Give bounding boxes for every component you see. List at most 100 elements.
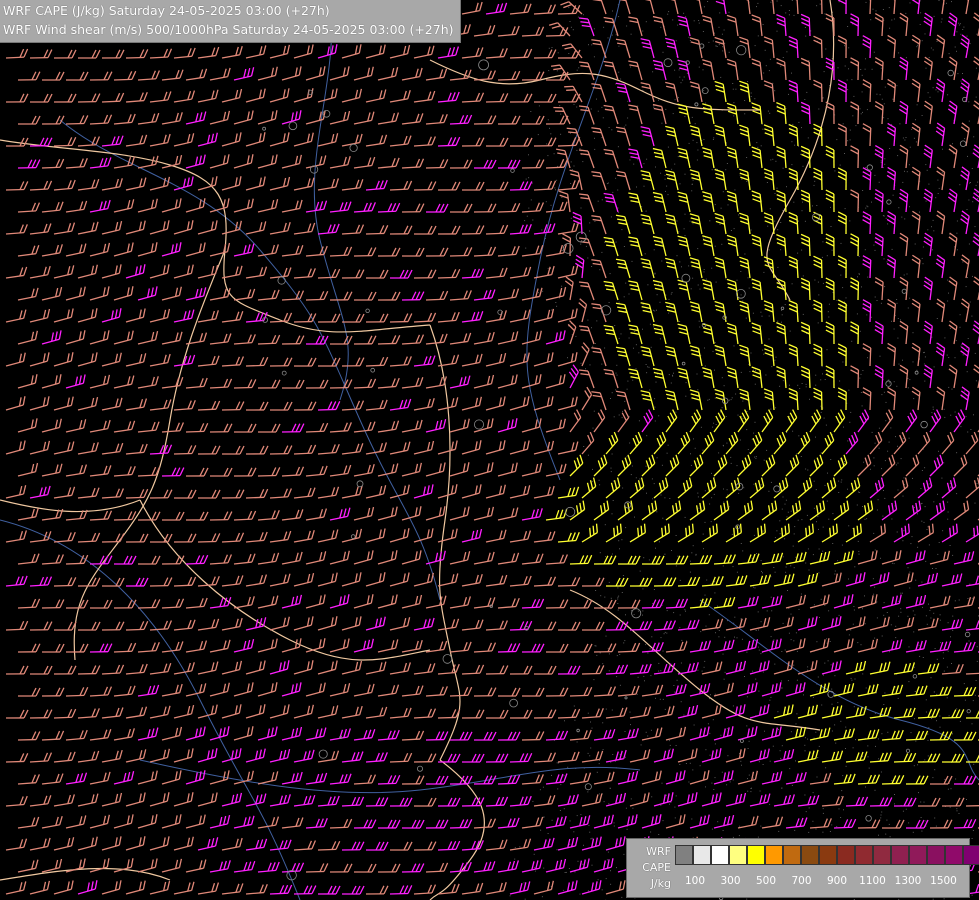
wind-barb	[869, 752, 892, 763]
wind-barb	[125, 749, 147, 763]
wind-barb	[751, 102, 763, 125]
wind-barb	[389, 90, 411, 103]
wind-barb	[497, 159, 521, 169]
wind-barb	[509, 753, 533, 763]
wind-barb	[329, 818, 353, 829]
wind-barb	[714, 168, 727, 191]
wind-barb	[509, 48, 533, 59]
wind-barb	[628, 192, 643, 213]
wind-barb	[509, 352, 530, 367]
wind-barb	[53, 577, 77, 587]
wind-barb	[862, 167, 872, 191]
wind-barb	[401, 863, 425, 873]
wind-barb	[665, 641, 688, 653]
wind-barb	[125, 880, 146, 895]
wind-barb	[221, 311, 244, 323]
wind-barb	[972, 144, 979, 169]
wind-barb	[833, 773, 856, 785]
wind-barb	[641, 770, 662, 785]
wind-barb	[726, 102, 739, 125]
wind-barb	[269, 660, 290, 675]
wind-barb	[726, 58, 739, 81]
wind-barb	[497, 731, 521, 741]
wind-barb	[641, 814, 662, 829]
wind-barb	[628, 368, 643, 389]
wind-barb	[629, 749, 651, 763]
wind-barb	[905, 500, 922, 521]
wind-barb	[557, 396, 578, 411]
wind-barb	[29, 265, 51, 279]
wind-barb	[881, 594, 902, 609]
wind-barb	[293, 840, 317, 851]
wind-barb	[837, 299, 847, 323]
wind-barb	[533, 531, 556, 543]
wind-barb	[690, 0, 703, 15]
wind-barb	[776, 146, 787, 169]
wind-barb	[689, 409, 702, 433]
wind-barb	[714, 80, 727, 103]
wind-barb	[269, 221, 291, 235]
wind-barb	[929, 550, 950, 565]
wind-barb	[701, 523, 718, 543]
wind-barb	[5, 620, 29, 631]
wind-barb	[862, 255, 872, 279]
wind-barb	[605, 707, 628, 719]
wind-barb	[437, 181, 461, 191]
wind-barb	[245, 704, 266, 719]
wind-barb	[377, 67, 399, 81]
wind-barb	[941, 797, 965, 807]
wind-barb	[629, 577, 653, 587]
wind-barb	[449, 247, 473, 257]
wind-barb	[825, 233, 835, 257]
wind-barb	[149, 880, 171, 895]
wind-barb	[209, 423, 233, 433]
wind-barb	[665, 814, 686, 829]
wind-barb	[53, 265, 75, 279]
wind-barb	[377, 550, 398, 565]
wind-barb	[788, 343, 799, 367]
wind-barb	[101, 135, 124, 147]
wind-barb	[821, 705, 843, 719]
wind-barb	[881, 775, 905, 785]
wind-barb	[125, 577, 149, 587]
wind-barb	[862, 387, 872, 411]
wind-barb	[53, 179, 76, 191]
wind-barb	[269, 704, 290, 719]
wind-barb	[666, 0, 679, 15]
wind-barb	[797, 523, 814, 543]
wind-barb	[77, 136, 101, 147]
wind-barb	[557, 352, 578, 367]
wind-barb	[149, 577, 173, 587]
wind-barb	[785, 594, 807, 609]
wind-barb	[761, 682, 782, 697]
wind-barb	[800, 13, 811, 37]
wind-barb	[689, 257, 703, 279]
wind-barb	[776, 58, 787, 81]
wind-barb	[725, 477, 741, 499]
wind-barb	[923, 364, 933, 389]
wind-barb	[739, 168, 751, 191]
wind-barb	[965, 431, 979, 455]
wind-barb	[125, 308, 146, 323]
wind-barb	[77, 352, 98, 367]
wind-barb	[833, 638, 854, 653]
wind-barb	[725, 748, 746, 763]
wind-barb	[677, 523, 694, 543]
wind-barb	[245, 838, 268, 851]
wind-barb	[821, 572, 842, 587]
wind-barb	[137, 858, 158, 873]
wind-barb	[521, 287, 543, 301]
wind-barb	[365, 225, 389, 235]
wind-barb	[245, 401, 269, 411]
wind-barb	[161, 770, 182, 785]
wind-barb	[401, 506, 422, 521]
wind-barb	[509, 3, 532, 15]
wind-barb	[797, 795, 820, 807]
wind-barb	[497, 115, 521, 125]
wind-barb	[317, 313, 341, 323]
wind-barb	[101, 488, 124, 499]
wind-barb	[161, 555, 185, 565]
wind-barb	[317, 88, 338, 103]
wind-barb	[389, 662, 411, 675]
wind-barb	[972, 188, 979, 213]
